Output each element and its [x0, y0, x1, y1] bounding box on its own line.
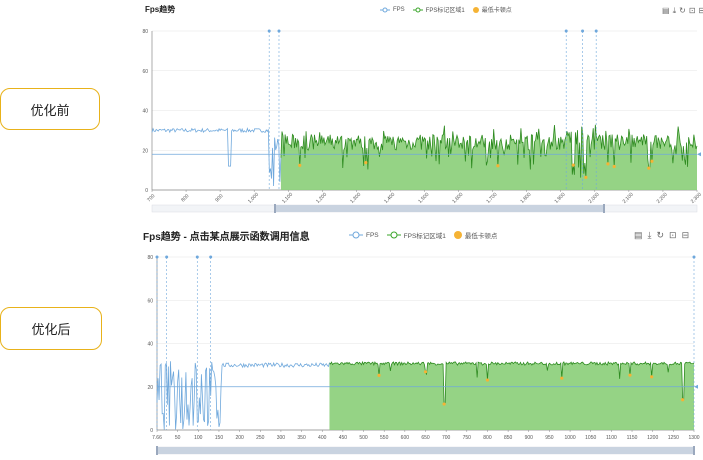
low-point-marker: [571, 163, 575, 167]
y-tick-label: 40: [142, 109, 148, 115]
marker-point: [165, 255, 169, 259]
data-zoom-selection: [275, 205, 604, 212]
x-tick-label: 1200: [647, 435, 658, 441]
x-tick-label: 800: [180, 193, 190, 203]
marker-point: [277, 29, 281, 33]
low-point-marker: [377, 373, 381, 377]
average-line-arrow: [697, 152, 701, 157]
y-tick-label: 0: [145, 188, 148, 194]
x-tick-label: 200: [235, 435, 244, 441]
x-tick-label: 700: [146, 193, 156, 203]
x-tick-label: 2,000: [588, 192, 601, 205]
y-tick-label: 20: [142, 148, 148, 154]
marker-point: [564, 29, 568, 33]
low-point-marker: [560, 376, 564, 380]
low-point-marker: [485, 378, 490, 382]
y-tick-label: 80: [142, 29, 148, 35]
x-tick-label: 2,100: [622, 192, 635, 205]
y-tick-label: 60: [147, 298, 153, 304]
x-tick-label: 1,900: [553, 192, 566, 205]
y-tick-label: 80: [147, 255, 153, 261]
marked-area-fill: [329, 361, 694, 430]
x-tick-label: 1,000: [247, 192, 260, 205]
x-tick-label: 500: [359, 435, 368, 441]
y-tick-label: 0: [150, 428, 153, 434]
x-tick-label: 900: [214, 193, 224, 203]
low-point-marker: [423, 370, 428, 374]
x-tick-label: 1050: [585, 435, 596, 441]
marker-point: [195, 255, 199, 259]
low-point-marker: [612, 164, 616, 169]
x-tick-label: 300: [277, 435, 286, 441]
x-tick-label: 1,700: [485, 192, 498, 205]
x-tick-label: 1000: [565, 435, 576, 441]
low-point-marker: [364, 161, 368, 165]
x-tick-label: 550: [380, 435, 389, 441]
average-line-arrow: [694, 384, 698, 389]
x-tick-label: 250: [256, 435, 265, 441]
fps-line: [156, 361, 330, 430]
data-zoom-handle-right: [603, 204, 605, 213]
y-tick-label: 40: [147, 342, 153, 348]
low-point-marker: [442, 402, 446, 406]
x-tick-label: 7.66: [152, 435, 162, 441]
low-point-marker: [298, 163, 302, 167]
x-tick-label: 600: [401, 435, 410, 441]
low-point-marker: [650, 159, 654, 163]
x-tick-label: 850: [504, 435, 513, 441]
marker-point: [209, 255, 213, 259]
x-tick-label: 700: [442, 435, 451, 441]
low-point-marker: [681, 398, 685, 402]
x-tick-label: 1100: [606, 435, 617, 441]
x-tick-label: 2,200: [656, 192, 669, 205]
y-tick-label: 60: [142, 69, 148, 75]
charts-canvas: 020406080700 800 900 1,000 1,100 1,200 1,300 1,…: [142, 29, 703, 455]
x-tick-label: 1,600: [451, 192, 464, 205]
y-tick-label: 20: [147, 385, 153, 391]
x-tick-label: 100: [194, 435, 203, 441]
x-tick-label: 750: [463, 435, 472, 441]
low-point-marker: [650, 375, 654, 379]
low-point-marker: [606, 162, 610, 166]
x-tick-label: 1,100: [281, 192, 294, 205]
data-zoom-selection: [157, 447, 694, 454]
marker-point: [581, 29, 585, 33]
x-tick-label: 950: [545, 435, 554, 441]
marker-point: [692, 255, 696, 259]
x-tick-label: 650: [421, 435, 430, 441]
x-tick-label: 1300: [688, 435, 699, 441]
low-point-marker: [496, 164, 500, 168]
x-tick-label: 1,400: [383, 192, 396, 205]
x-tick-label: 400: [318, 435, 327, 441]
low-point-marker: [647, 166, 651, 170]
fps-line: [151, 127, 282, 186]
low-point-marker: [628, 373, 632, 377]
x-tick-label: 2,300: [690, 192, 703, 205]
low-point-marker: [584, 175, 588, 179]
marker-point: [594, 29, 598, 33]
marker-point: [267, 29, 271, 33]
x-tick-label: 1,800: [519, 192, 532, 205]
x-tick-label: 800: [483, 435, 492, 441]
x-tick-label: 1250: [668, 435, 679, 441]
x-tick-label: 150: [215, 435, 224, 441]
x-tick-label: 350: [297, 435, 306, 441]
data-zoom-handle-right: [693, 446, 695, 455]
x-tick-label: 450: [339, 435, 348, 441]
x-tick-label: 1150: [627, 435, 638, 441]
marker-point: [155, 255, 159, 259]
data-zoom-handle-left: [274, 204, 276, 213]
x-tick-label: 900: [525, 435, 534, 441]
x-tick-label: 1,500: [417, 192, 430, 205]
x-tick-label: 1,300: [349, 192, 362, 205]
x-tick-label: 1,200: [315, 192, 328, 205]
data-zoom-handle-left: [156, 446, 158, 455]
x-tick-label: 50: [175, 435, 181, 441]
